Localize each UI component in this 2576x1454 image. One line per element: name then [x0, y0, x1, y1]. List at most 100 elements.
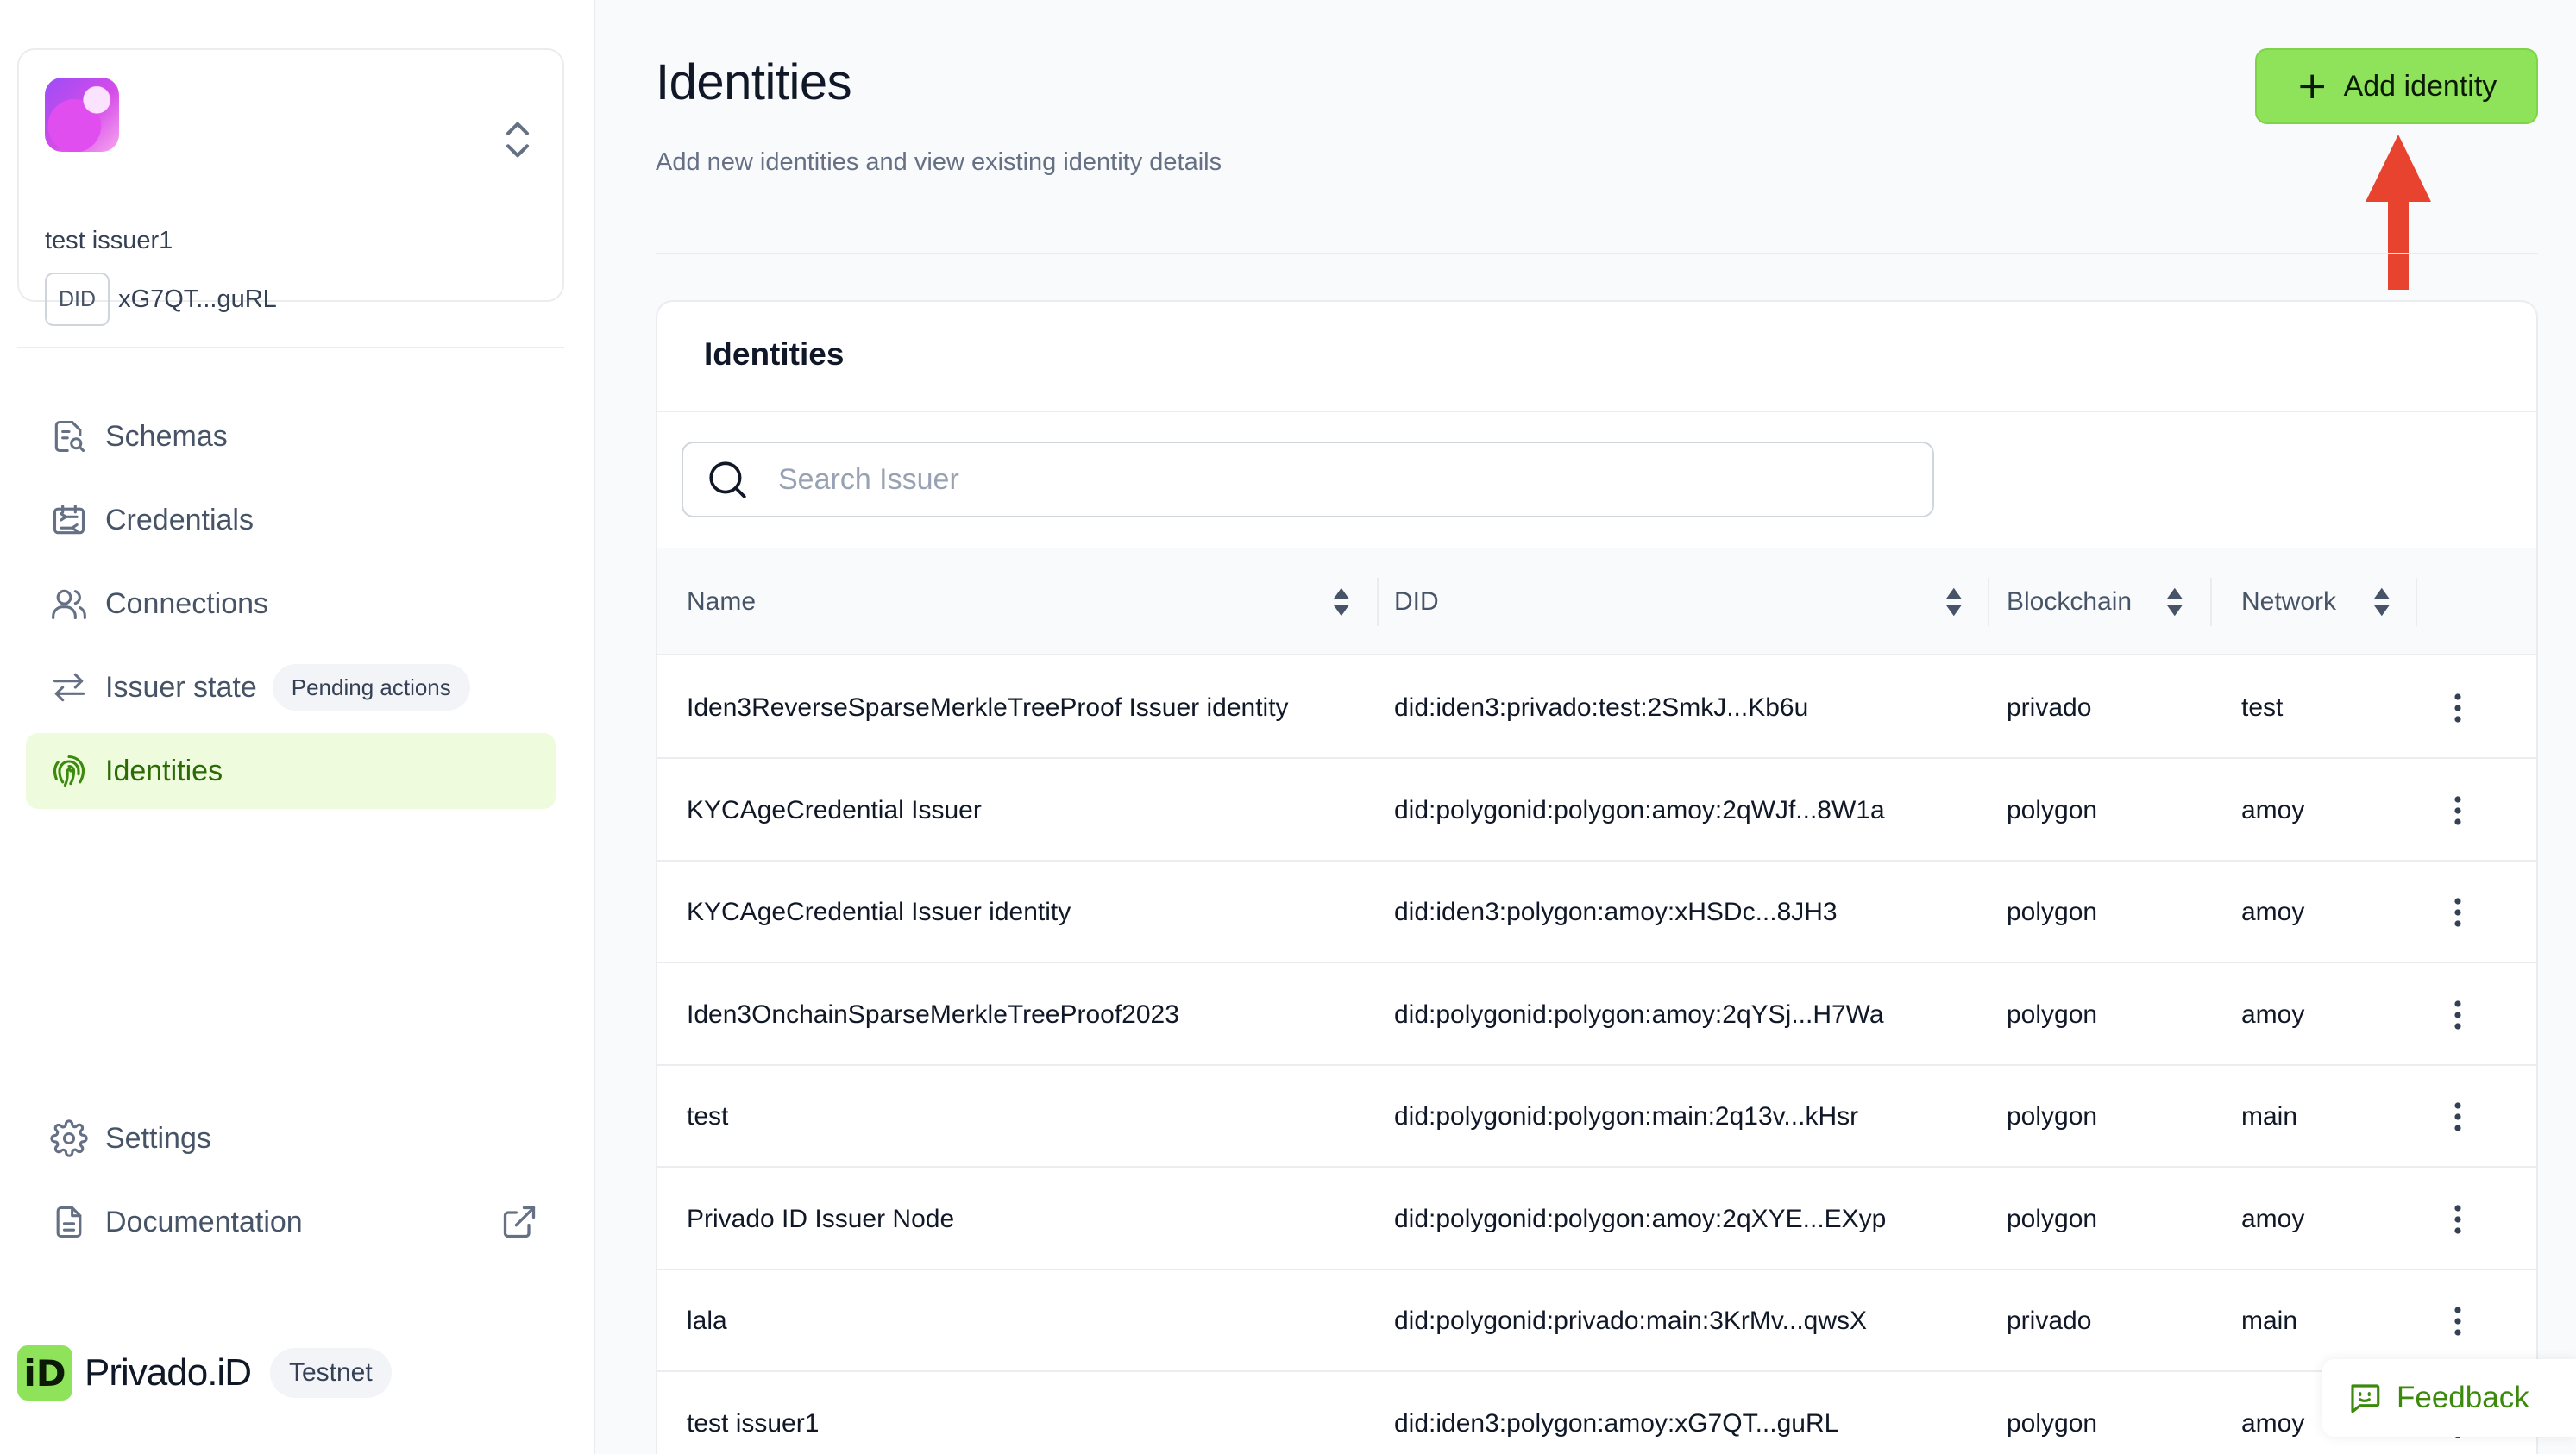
organization-name: test issuer1 — [45, 227, 173, 254]
table-row[interactable]: Privado ID Issuer Node did:polygonid:poly… — [657, 1169, 2536, 1270]
cell-blockchain: privado — [2007, 1307, 2092, 1335]
sort-icon[interactable] — [2165, 586, 2184, 617]
nav-item-credentials[interactable]: Credentials — [26, 482, 556, 558]
add-identity-label: Add identity — [2343, 69, 2497, 103]
column-header-blockchain[interactable]: Blockchain — [2007, 548, 2132, 655]
search-icon — [709, 461, 746, 498]
cell-blockchain: polygon — [2007, 1000, 2098, 1029]
table-row[interactable]: Iden3OnchainSparseMerkleTreeProof2023 did… — [657, 964, 2536, 1066]
table-row[interactable]: test did:polygonid:polygon:main:2q13v...k… — [657, 1066, 2536, 1168]
cell-name: KYCAgeCredential Issuer identity — [687, 898, 1071, 926]
network-badge: Testnet — [269, 1348, 392, 1398]
card-title: Identities — [704, 336, 845, 372]
chevron-up-down-icon[interactable] — [499, 117, 537, 162]
sort-icon[interactable] — [1332, 586, 1351, 617]
row-menu-icon[interactable] — [2436, 686, 2479, 730]
column-separator — [2210, 578, 2212, 626]
cell-name: Privado ID Issuer Node — [687, 1204, 955, 1233]
nav-item-connections[interactable]: Connections — [26, 566, 556, 642]
search-input[interactable] — [778, 462, 1813, 497]
nav-item-identities[interactable]: Identities — [26, 733, 556, 809]
column-header-name[interactable]: Name — [687, 548, 756, 655]
connections-icon — [48, 583, 90, 624]
table-row[interactable]: lala did:polygonid:privado:main:3KrMv...q… — [657, 1270, 2536, 1372]
credentials-icon — [48, 499, 90, 541]
row-menu-icon[interactable] — [2436, 993, 2479, 1037]
document-icon — [48, 1201, 90, 1243]
cell-did: did:polygonid:polygon:main:2q13v...kHsr — [1394, 1102, 1859, 1131]
cell-network: amoy — [2241, 898, 2305, 926]
cell-name: KYCAgeCredential Issuer — [687, 795, 982, 824]
external-link-icon — [503, 1206, 536, 1238]
nav-item-label: Identities — [105, 754, 223, 787]
cell-name: Iden3OnchainSparseMerkleTreeProof2023 — [687, 1000, 1179, 1029]
nav-item-documentation[interactable]: Documentation — [26, 1184, 556, 1260]
sidebar: test issuer1 DID xG7QT...guRL Schemas Cr… — [0, 0, 595, 1454]
cell-did: did:iden3:polygon:amoy:xG7QT...guRL — [1394, 1408, 1839, 1438]
row-menu-icon[interactable] — [2436, 1198, 2479, 1241]
chat-smile-icon — [2351, 1384, 2380, 1413]
column-label: Blockchain — [2007, 587, 2133, 616]
row-menu-icon[interactable] — [2436, 789, 2479, 832]
add-identity-button[interactable]: + Add identity — [2255, 48, 2538, 124]
cell-network: main — [2241, 1307, 2298, 1335]
column-separator — [2416, 578, 2417, 626]
cell-did: did:iden3:polygon:amoy:xHSDc...8JH3 — [1394, 898, 1838, 926]
sort-icon[interactable] — [1945, 586, 1963, 617]
table-row[interactable]: KYCAgeCredential Issuer identity did:iden… — [657, 862, 2536, 963]
transfer-arrows-icon — [48, 667, 90, 708]
column-label: Name — [687, 587, 757, 616]
did-badge: DID — [45, 273, 110, 326]
column-label: Network — [2241, 587, 2337, 616]
card-divider — [657, 411, 2536, 412]
nav-item-label: Issuer state — [105, 670, 257, 704]
brand-logo: iD — [17, 1345, 72, 1401]
sort-icon[interactable] — [2372, 586, 2391, 617]
brand: iD Privado.iD Testnet — [17, 1345, 392, 1401]
brand-name: Privado.iD — [85, 1351, 252, 1394]
cell-did: did:polygonid:privado:main:3KrMv...qwsX — [1394, 1307, 1868, 1335]
secondary-nav: Settings Documentation — [26, 1100, 556, 1268]
feedback-button[interactable]: Feedback — [2322, 1359, 2576, 1437]
cell-name: lala — [687, 1307, 727, 1335]
cell-name: Iden3ReverseSparseMerkleTreeProof Issuer… — [687, 693, 1289, 722]
organization-switcher[interactable]: test issuer1 DID xG7QT...guRL — [17, 48, 564, 326]
nav-item-label: Settings — [105, 1121, 211, 1155]
table-row[interactable]: KYCAgeCredential Issuer did:polygonid:pol… — [657, 760, 2536, 862]
nav-item-label: Documentation — [105, 1205, 303, 1238]
column-header-did[interactable]: DID — [1394, 548, 1439, 655]
nav-item-label: Credentials — [105, 503, 254, 536]
column-label: DID — [1394, 587, 1439, 616]
cell-blockchain: polygon — [2007, 1408, 2098, 1438]
cell-name: test issuer1 — [687, 1408, 820, 1438]
organization-did: DID xG7QT...guRL — [45, 273, 277, 326]
cell-network: amoy — [2241, 1408, 2305, 1438]
cell-network: test — [2241, 693, 2284, 722]
search-box[interactable] — [682, 442, 1934, 517]
cell-blockchain: polygon — [2007, 1204, 2098, 1233]
row-menu-icon[interactable] — [2436, 891, 2479, 934]
header-divider — [656, 253, 2538, 254]
pending-actions-badge: Pending actions — [272, 664, 470, 711]
column-separator — [1988, 578, 1989, 626]
nav-item-issuer-state[interactable]: Issuer state Pending actions — [26, 649, 556, 725]
identities-card: Identities Name DID Blockchain — [656, 300, 2538, 1454]
cell-blockchain: polygon — [2007, 1102, 2098, 1131]
nav-item-label: Schemas — [105, 419, 228, 453]
row-menu-icon[interactable] — [2436, 1095, 2479, 1138]
cell-network: amoy — [2241, 1000, 2305, 1029]
column-header-network[interactable]: Network — [2241, 548, 2336, 655]
row-menu-icon[interactable] — [2436, 1300, 2479, 1343]
cell-network: amoy — [2241, 1204, 2305, 1233]
nav-item-settings[interactable]: Settings — [26, 1100, 556, 1176]
cell-network: amoy — [2241, 795, 2305, 824]
nav-item-label: Connections — [105, 586, 269, 620]
table-row[interactable]: test issuer1 did:iden3:polygon:amoy:xG7QT… — [657, 1373, 2536, 1454]
table-row[interactable]: Iden3ReverseSparseMerkleTreeProof Issuer… — [657, 657, 2536, 759]
plus-icon: + — [2296, 64, 2328, 108]
nav-item-schemas[interactable]: Schemas — [26, 398, 556, 474]
sidebar-divider — [17, 347, 564, 348]
cell-blockchain: polygon — [2007, 795, 2098, 824]
cell-did: did:polygonid:polygon:amoy:2qWJf...8W1a — [1394, 795, 1885, 824]
page-subtitle: Add new identities and view existing ide… — [656, 148, 1222, 176]
